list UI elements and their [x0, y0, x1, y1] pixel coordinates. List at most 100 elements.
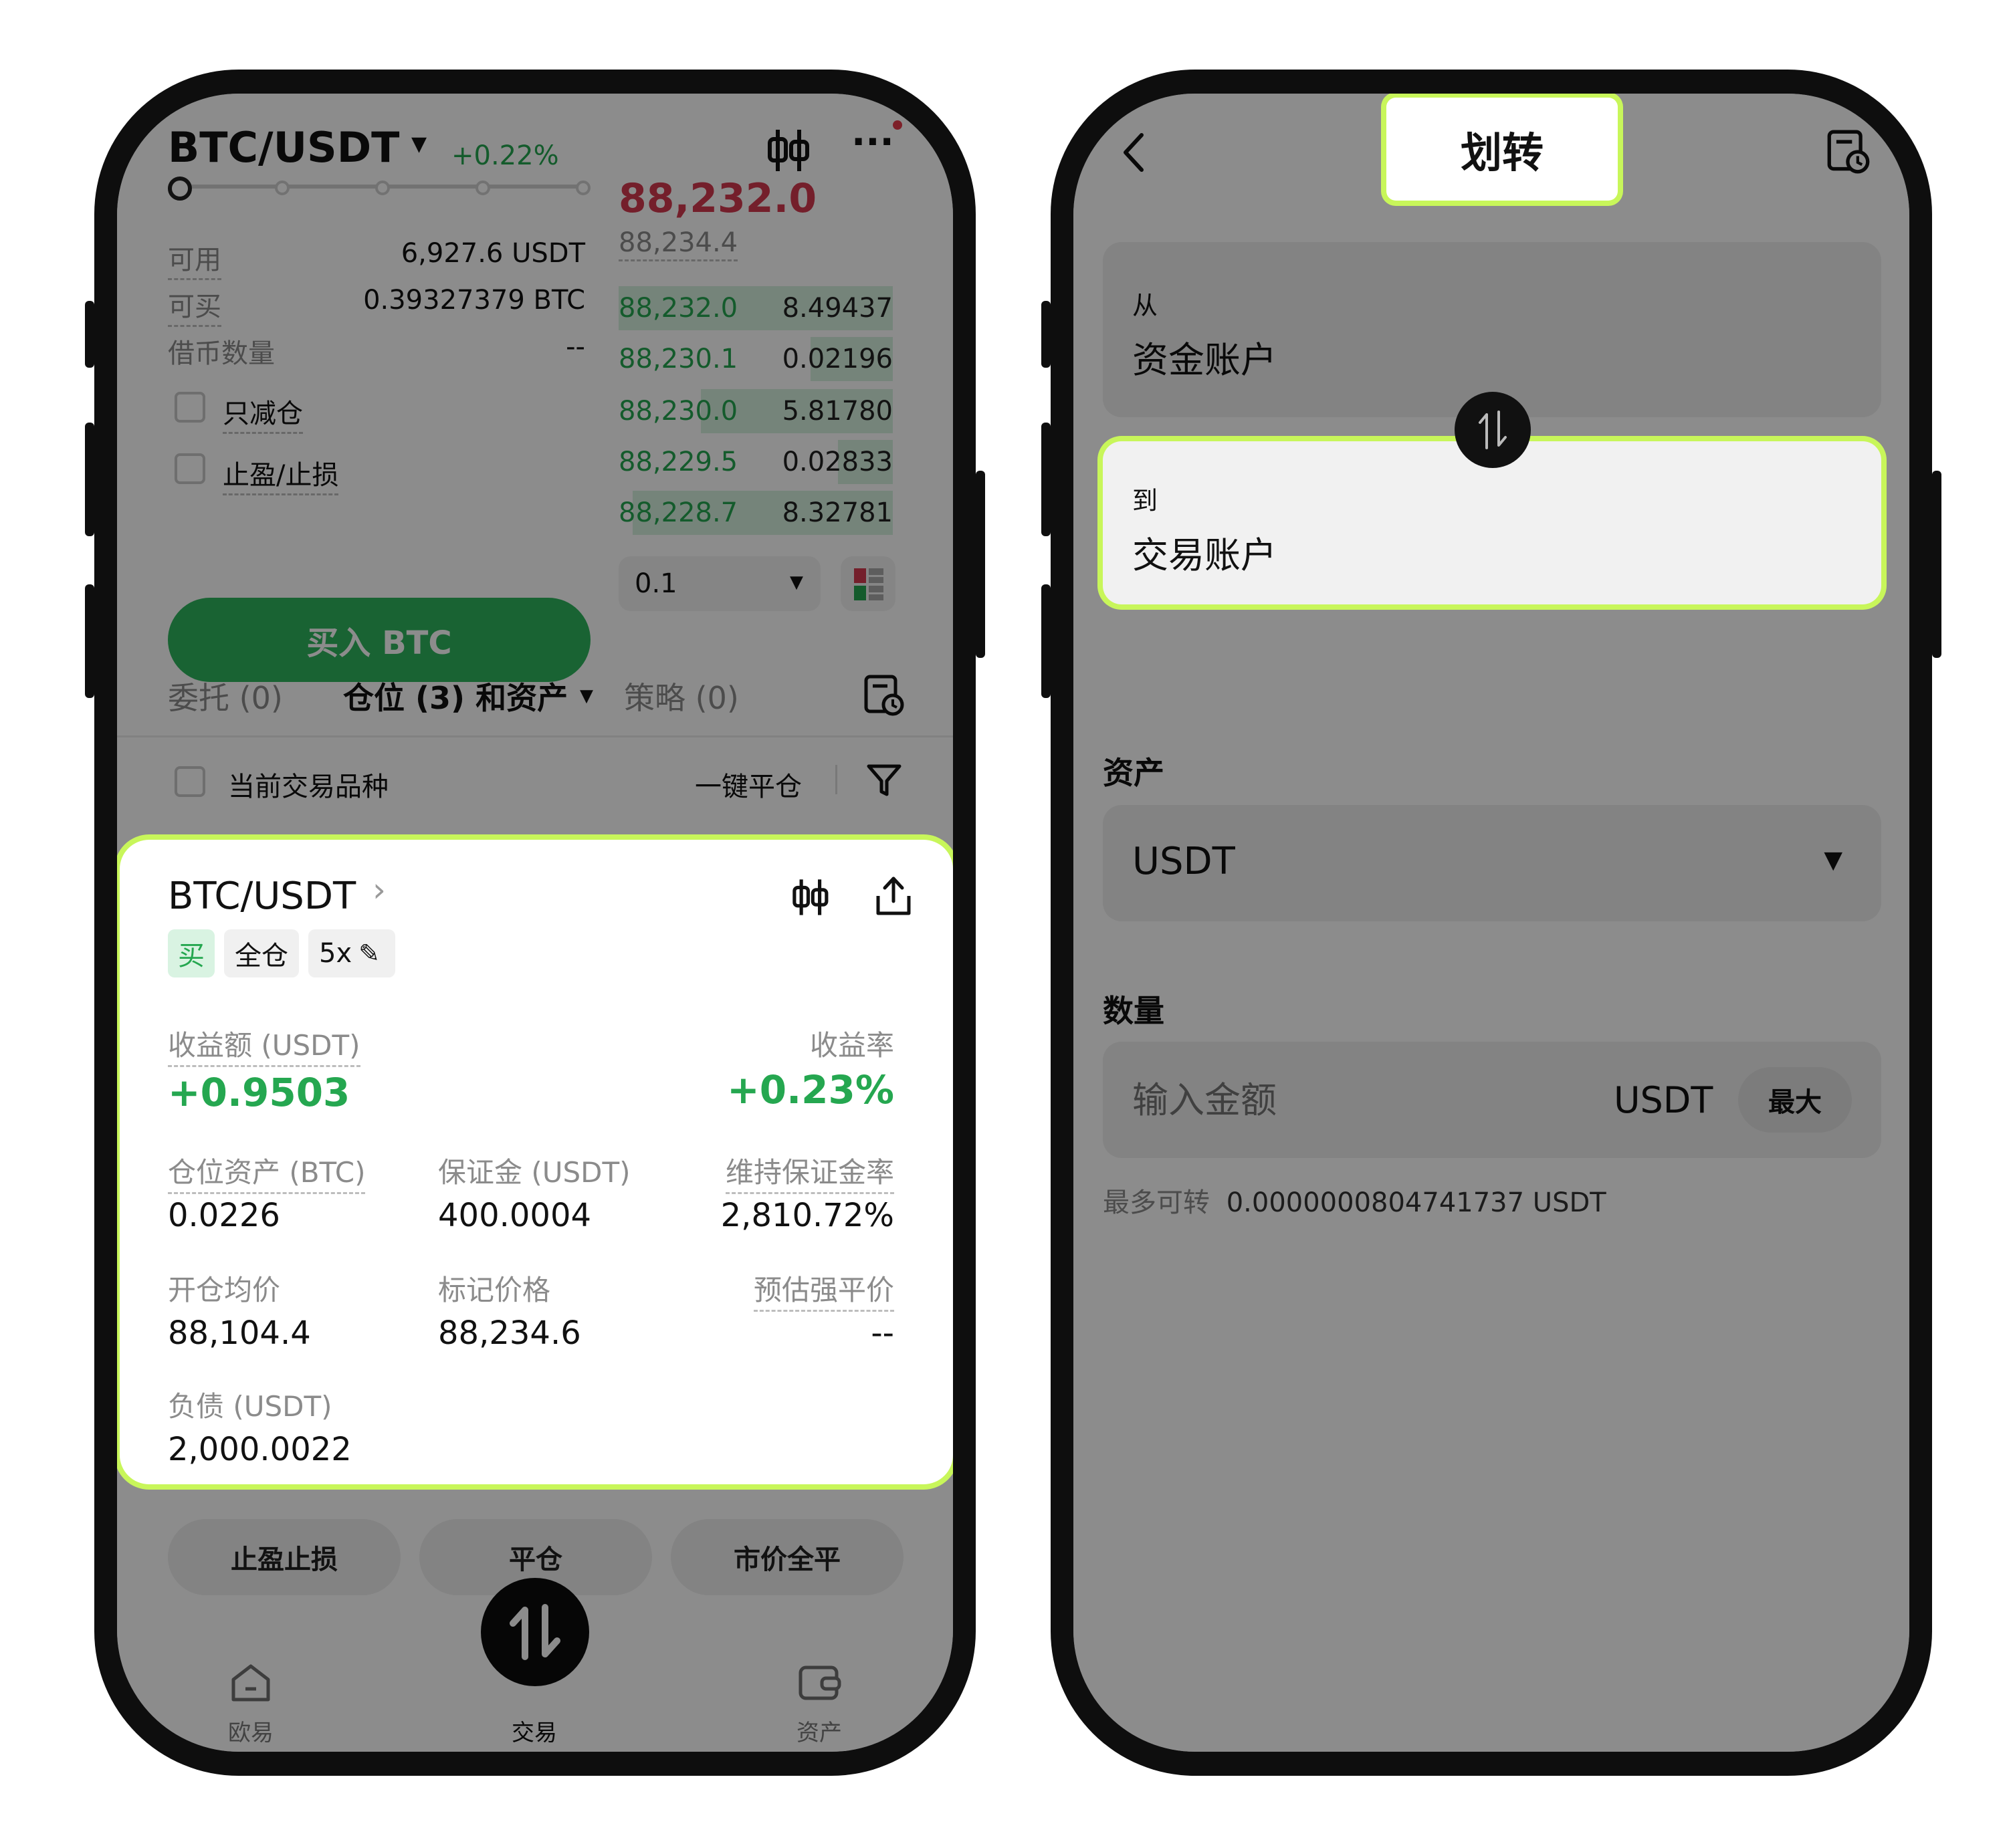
margin-value: 400.0004: [438, 1197, 592, 1234]
current-symbol-checkbox[interactable]: [175, 766, 205, 797]
phone-button: [1932, 471, 1941, 658]
mmr-value: 2,810.72%: [720, 1197, 894, 1234]
bid-price: 88,230.0: [619, 396, 738, 427]
bid-qty: 8.32781: [782, 497, 893, 528]
slider-mark: [576, 181, 591, 195]
leverage-tag[interactable]: 5x ✎: [308, 929, 395, 977]
nav-assets-label[interactable]: 资产: [797, 1714, 842, 1747]
available-value: 6,927.6 USDT: [401, 238, 585, 269]
transfer-screen: 从 资金账户 资产 USDT ▼ 数量 USDT 最大 最多可转 0.00000…: [1073, 94, 1909, 1752]
reduce-only-label: 只减仓: [223, 392, 303, 434]
liq-price-value: --: [871, 1314, 894, 1352]
nav-home-label[interactable]: 欧易: [228, 1714, 274, 1747]
tp-sl-checkbox[interactable]: [175, 453, 205, 484]
orderbook-row[interactable]: 88,229.5 0.02833: [619, 440, 893, 484]
swap-icon: [510, 1604, 560, 1660]
side-tag: 买: [168, 929, 215, 977]
from-account-value: 资金账户: [1132, 339, 1277, 381]
position-asset-label: 仓位资产 (BTC): [168, 1150, 366, 1194]
tp-sl-button[interactable]: 止盈止损: [168, 1519, 401, 1595]
chevron-down-icon: ▼: [1824, 846, 1842, 874]
position-pair[interactable]: BTC/USDT: [168, 875, 356, 918]
chevron-right-icon[interactable]: ›: [373, 871, 386, 909]
amount-unit: USDT: [1614, 1079, 1713, 1121]
current-symbol-label: 当前交易品种: [228, 772, 389, 802]
leverage-value: 5x: [319, 938, 352, 969]
asset-select[interactable]: USDT ▼: [1103, 805, 1881, 921]
phone-button: [85, 584, 94, 698]
to-account-value: 交易账户: [1132, 534, 1277, 576]
reduce-only-checkbox[interactable]: [175, 392, 205, 423]
tp-sl-label: 止盈/止损: [223, 453, 339, 495]
notification-dot: [893, 120, 902, 130]
borrow-value: --: [566, 332, 585, 362]
slider-handle[interactable]: [168, 177, 192, 201]
bid-qty: 5.81780: [782, 396, 893, 427]
market-close-button[interactable]: 市价全平: [671, 1519, 904, 1595]
bid-price: 88,229.5: [619, 447, 738, 477]
chevron-down-icon[interactable]: ▼: [411, 132, 427, 156]
chevron-down-icon: ▼: [790, 572, 803, 592]
bid-qty: 0.02196: [782, 344, 893, 374]
more-icon[interactable]: ···: [851, 120, 894, 164]
from-account-field[interactable]: 从 资金账户: [1103, 242, 1881, 417]
bid-qty: 8.49437: [782, 293, 893, 324]
orderbook-layout-button[interactable]: [841, 556, 895, 611]
chevron-down-icon[interactable]: ▼: [580, 686, 593, 706]
orderbook-row[interactable]: 88,232.0 8.49437: [619, 286, 893, 330]
borrow-label: 借币数量: [168, 338, 275, 369]
phone-button: [1041, 423, 1051, 536]
candlestick-icon[interactable]: [764, 127, 811, 174]
right-phone-frame: 从 资金账户 资产 USDT ▼ 数量 USDT 最大 最多可转 0.00000…: [1041, 70, 1941, 1776]
bid-price: 88,232.0: [619, 293, 738, 324]
history-icon[interactable]: [1826, 128, 1871, 175]
last-price: 88,232.0: [619, 175, 817, 222]
bid-qty: 0.02833: [782, 447, 893, 477]
orderbook-row[interactable]: 88,228.7 8.32781: [619, 491, 893, 535]
history-icon[interactable]: [863, 674, 905, 717]
close-all-button[interactable]: 一键平仓: [695, 765, 802, 804]
mark-price-label: 标记价格: [438, 1274, 551, 1306]
bid-price: 88,230.1: [619, 344, 738, 374]
back-icon[interactable]: [1120, 131, 1147, 174]
amount-input[interactable]: [1132, 1071, 1600, 1129]
roi-value: +0.23%: [727, 1067, 894, 1113]
wallet-icon[interactable]: [798, 1662, 842, 1702]
mmr-label: 维持保证金率: [725, 1150, 894, 1194]
filter-icon[interactable]: [866, 762, 902, 798]
asset-value: USDT: [1132, 840, 1235, 883]
nav-trade-label[interactable]: 交易: [512, 1714, 557, 1747]
swap-accounts-button[interactable]: [1455, 392, 1531, 468]
share-icon[interactable]: [874, 875, 913, 917]
phone-button: [1041, 301, 1051, 368]
liq-price-label: 预估强平价: [753, 1268, 894, 1312]
tab-strategies[interactable]: 策略 (0): [624, 674, 739, 718]
max-button[interactable]: 最大: [1738, 1067, 1852, 1133]
candlestick-icon[interactable]: [790, 877, 830, 917]
slider-mark: [375, 181, 390, 195]
available-label: 可用: [168, 238, 221, 280]
pair-title[interactable]: BTC/USDT: [168, 123, 399, 172]
phone-button: [976, 471, 985, 658]
tab-orders[interactable]: 委托 (0): [168, 674, 283, 718]
asset-label: 资产: [1103, 755, 1164, 791]
entry-price-value: 88,104.4: [168, 1314, 311, 1352]
max-transfer-value: 0.0000000804741737 USDT: [1226, 1187, 1606, 1218]
edit-icon: ✎: [358, 939, 380, 968]
slider-mark: [275, 181, 290, 195]
orderbook-row[interactable]: 88,230.0 5.81780: [619, 389, 893, 433]
amount-label: 数量: [1103, 993, 1164, 1029]
orderbook-row[interactable]: 88,230.1 0.02196: [619, 337, 893, 381]
max-transfer-info: 最多可转 0.0000000804741737 USDT: [1103, 1181, 1606, 1220]
mark-price-value: 88,234.6: [438, 1314, 581, 1352]
trade-nav-button[interactable]: [481, 1578, 589, 1686]
buy-button[interactable]: 买入 BTC: [168, 598, 591, 682]
debt-label: 负债 (USDT): [168, 1390, 332, 1423]
home-icon[interactable]: [229, 1662, 272, 1704]
page-title: 划转: [1386, 98, 1618, 201]
to-label: 到: [1132, 486, 1158, 515]
phone-button: [1041, 584, 1051, 698]
tab-positions[interactable]: 仓位 (3) 和资产: [343, 674, 568, 718]
depth-select[interactable]: 0.1 ▼: [619, 556, 821, 611]
phone-button: [85, 423, 94, 536]
